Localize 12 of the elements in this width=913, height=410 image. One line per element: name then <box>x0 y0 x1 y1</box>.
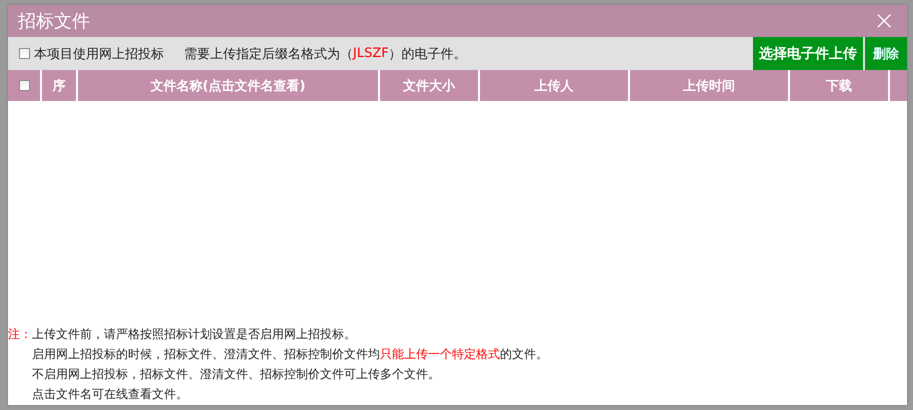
checkbox[interactable] <box>19 48 30 59</box>
note-text: 注：上传文件前，请严格按照招标计划设置是否启用网上招投标。 <box>8 326 357 343</box>
dialog-title: 招标文件 <box>18 10 90 33</box>
note-text: 点击文件名可在线查看文件。 <box>31 386 189 403</box>
note-text: 启用网上招投标的时候，招标文件、澄清文件、招标控制价文件均只能上传一个特定格式的文件。 <box>31 346 549 363</box>
format-hint: 需要上传指定后缀名格式为（JLSZF）的电子件。 <box>184 45 468 64</box>
select-all-checkbox[interactable] <box>18 80 30 91</box>
note-text: 不启用网上招投标，招标文件、澄清文件、招标控制价文件可上传多个文件。 <box>31 366 441 383</box>
delete-button[interactable]: 删除 <box>865 37 907 70</box>
close-icon[interactable]: × <box>873 8 895 34</box>
checkbox-label[interactable]: 本项目使用网上招投标 <box>34 44 164 62</box>
upload-button[interactable]: 选择电子件上传 <box>753 37 863 70</box>
